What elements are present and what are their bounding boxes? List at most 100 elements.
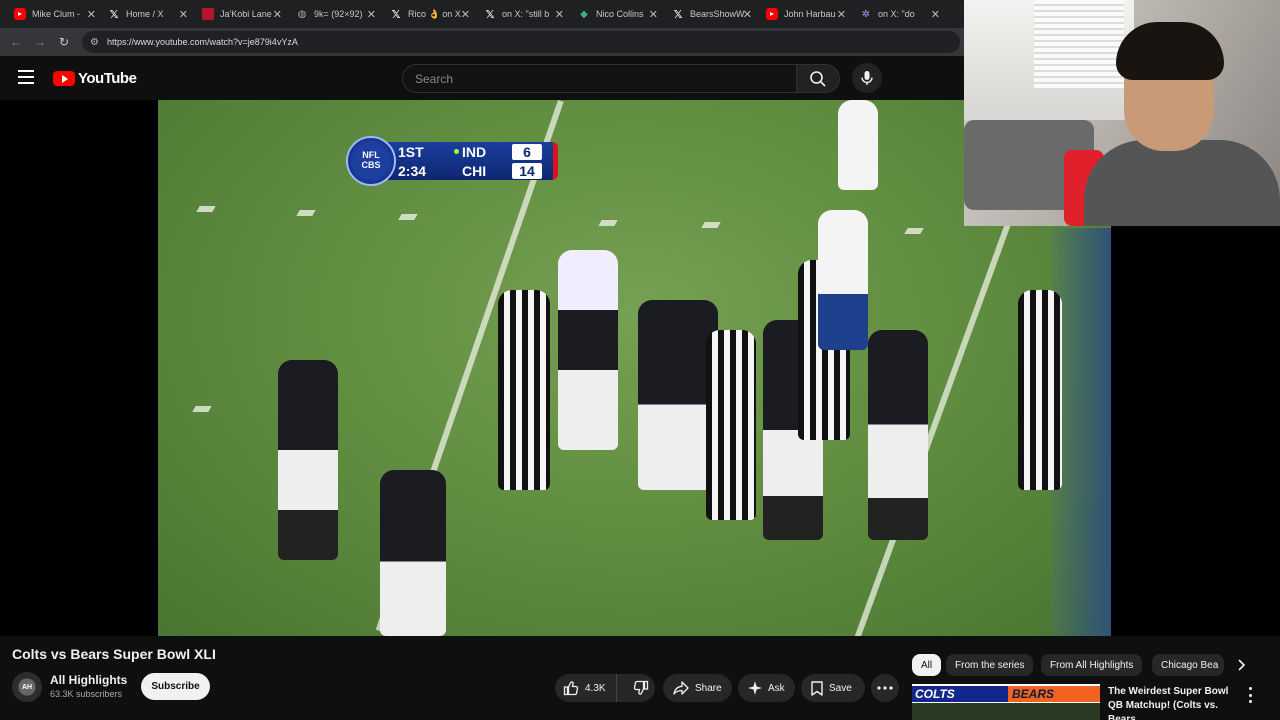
tab-label: Mike Clum - xyxy=(32,9,81,19)
close-icon[interactable]: ✕ xyxy=(837,8,846,21)
hash-mark xyxy=(598,220,618,226)
back-icon[interactable]: ← xyxy=(4,30,28,54)
tab-label: on X: "do xyxy=(878,9,915,19)
ask-label: Ask xyxy=(768,682,785,694)
tab-label: 9k= (92×92) xyxy=(314,9,363,19)
url-field[interactable]: ⚙ https://www.youtube.com/watch?v=je879i… xyxy=(82,31,960,53)
close-icon[interactable]: ✕ xyxy=(87,8,96,21)
save-button[interactable]: Save xyxy=(801,674,865,702)
close-icon[interactable]: ✕ xyxy=(179,8,188,21)
possession-dot xyxy=(454,149,459,154)
chip-from-the-series[interactable]: From the series xyxy=(946,654,1034,676)
recommendation-title[interactable]: The Weirdest Super Bowl QB Matchup! (Col… xyxy=(1108,685,1244,720)
channel-name[interactable]: All Highlights xyxy=(50,673,127,687)
recommendation-thumbnail[interactable]: COLTS BEARS xyxy=(912,684,1100,720)
team1-cell: IND xyxy=(454,144,512,160)
webcam-blind xyxy=(1034,0,1124,88)
tab-label: BearsShowW xyxy=(690,9,745,19)
youtube-logo-icon xyxy=(53,71,75,86)
team2-cell: CHI xyxy=(454,163,512,179)
close-icon[interactable]: ✕ xyxy=(555,8,564,21)
ask-button[interactable]: Ask xyxy=(738,674,795,702)
search-input[interactable]: Search xyxy=(402,64,796,93)
youtube-icon xyxy=(766,8,778,20)
menu-icon[interactable] xyxy=(18,70,34,84)
more-vertical-icon[interactable] xyxy=(1244,687,1256,703)
player-top xyxy=(838,100,878,190)
tab-label: Rico 👌 on X xyxy=(408,8,461,19)
close-icon[interactable]: ✕ xyxy=(743,8,752,21)
youtube-logo[interactable]: YouTube xyxy=(53,70,137,87)
tab-label: Nico Collins xyxy=(596,9,644,19)
close-icon[interactable]: ✕ xyxy=(273,8,282,21)
score1: 6 xyxy=(512,143,542,160)
like-button[interactable]: 4.3K xyxy=(555,674,617,702)
scorebug: NFL CBS 1ST IND 6 2:34 CHI 14 xyxy=(346,136,560,186)
microphone-icon xyxy=(861,71,873,85)
browser-tab[interactable]: 𝕏 Home / X ✕ xyxy=(100,2,194,26)
hash-mark xyxy=(296,210,316,216)
browser-tab[interactable]: 𝕏 Rico 👌 on X ✕ xyxy=(382,2,476,26)
webcam-person-shirt xyxy=(1084,140,1280,226)
browser-tab[interactable]: Ja'Kobi Lane ✕ xyxy=(194,2,288,26)
thumbnail-image xyxy=(912,703,1100,720)
reload-icon[interactable]: ↻ xyxy=(52,30,76,54)
search-button[interactable] xyxy=(796,64,840,93)
browser-tab[interactable]: 𝕏 on X: "still b ✕ xyxy=(476,2,570,26)
subscribe-button[interactable]: Subscribe xyxy=(141,673,210,700)
hash-mark xyxy=(398,214,418,220)
chip-all[interactable]: All xyxy=(912,654,942,676)
bookmark-icon xyxy=(811,680,823,696)
side-judge xyxy=(1018,290,1062,490)
chip-chicago-bears[interactable]: Chicago Bea xyxy=(1152,654,1224,676)
forward-icon[interactable]: → xyxy=(28,30,52,54)
url-text: https://www.youtube.com/watch?v=je879i4v… xyxy=(106,37,298,47)
bot-icon: ✲ xyxy=(861,8,871,20)
player-32 xyxy=(868,330,928,540)
browser-tab[interactable]: 𝕏 BearsShowW ✕ xyxy=(664,2,758,26)
chevron-right-icon[interactable] xyxy=(1230,654,1252,676)
video-title: Colts vs Bears Super Bowl XLI xyxy=(12,646,216,662)
subscriber-count: 63.3K subscribers xyxy=(50,689,123,699)
share-label: Share xyxy=(695,682,722,694)
player-25 xyxy=(818,210,868,350)
browser-tab[interactable]: ◆ Nico Collins ✕ xyxy=(570,2,664,26)
tab-label: on X: "still b xyxy=(502,9,550,19)
hash-mark xyxy=(701,222,721,228)
more-actions-button[interactable] xyxy=(871,674,899,702)
youtube-logo-text: YouTube xyxy=(78,70,137,87)
search-placeholder: Search xyxy=(415,71,454,86)
like-dislike-group: 4.3K xyxy=(555,674,655,702)
close-icon[interactable]: ✕ xyxy=(931,8,940,21)
thumbnail-colts-text: COLTS xyxy=(912,686,1008,702)
game-clock: 2:34 xyxy=(398,162,427,179)
browser-tab[interactable]: Mike Clum - ✕ xyxy=(6,2,102,26)
channel-avatar[interactable]: AH xyxy=(12,672,42,702)
close-icon[interactable]: ✕ xyxy=(461,8,470,21)
close-icon[interactable]: ✕ xyxy=(649,8,658,21)
youtube-header: YouTube Search xyxy=(0,56,964,100)
score-board: 1ST IND 6 2:34 CHI 14 xyxy=(388,142,558,180)
referee xyxy=(498,290,550,490)
voice-search-button[interactable] xyxy=(852,63,882,93)
hash-mark xyxy=(196,206,216,212)
browser-tab[interactable]: John Harbau ✕ xyxy=(758,2,852,26)
player-pile xyxy=(558,250,618,450)
browser-tab[interactable]: ✲ on X: "do ✕ xyxy=(852,2,946,26)
dislike-button[interactable] xyxy=(623,674,659,702)
browser-tab[interactable]: ◍ 9k= (92×92) ✕ xyxy=(288,2,382,26)
tab-label: Home / X xyxy=(126,9,164,19)
more-horizontal-icon xyxy=(877,686,893,690)
player-76 xyxy=(380,470,446,636)
chip-from-all-highlights[interactable]: From All Highlights xyxy=(1041,654,1143,676)
team2: CHI xyxy=(462,162,487,179)
search-icon xyxy=(810,70,826,87)
share-button[interactable]: Share xyxy=(663,674,732,702)
player-88 xyxy=(278,360,338,560)
x-icon: 𝕏 xyxy=(485,8,495,21)
address-bar-row: ← → ↻ ⚙ https://www.youtube.com/watch?v=… xyxy=(0,28,964,56)
site-settings-icon[interactable]: ⚙ xyxy=(90,37,99,48)
score2: 14 xyxy=(512,162,542,179)
close-icon[interactable]: ✕ xyxy=(367,8,376,21)
thumbs-up-icon xyxy=(563,681,579,696)
